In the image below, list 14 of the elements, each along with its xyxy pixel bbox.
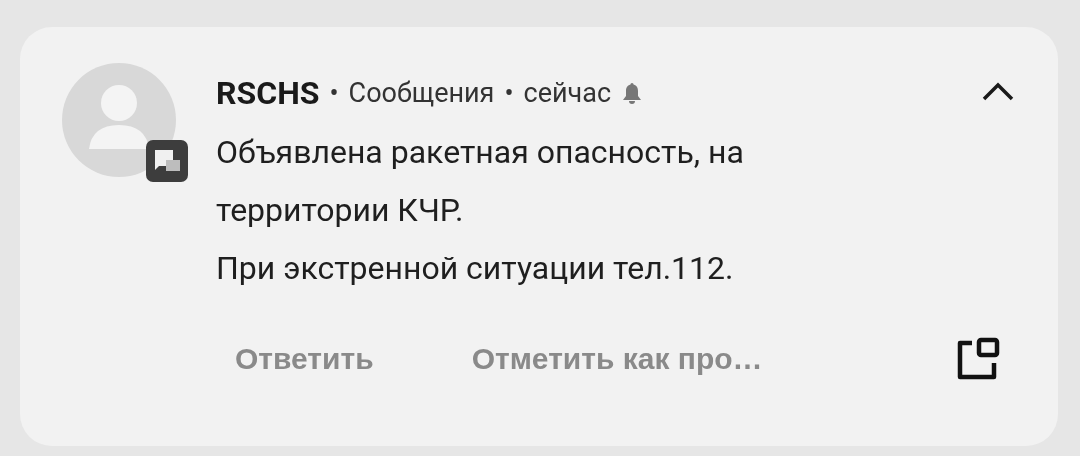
action-button[interactable]: Отметить как про… <box>471 342 763 376</box>
bell-icon <box>621 81 644 105</box>
channel-name: Сообщения <box>348 77 495 109</box>
action-button[interactable]: Ответить <box>235 342 374 376</box>
message-icon <box>146 140 188 182</box>
separator: • <box>504 77 514 109</box>
avatar-icon <box>62 63 176 177</box>
pop-out-icon[interactable] <box>956 337 1000 381</box>
message-text: При экстренной ситуации тел.112. <box>216 248 735 289</box>
message-text: Объявлена ракетная опасность, на территории КЧР. <box>216 132 745 231</box>
time-label: сейчас <box>523 77 612 109</box>
app-name: RSCHS <box>216 74 320 112</box>
caret-icon <box>981 80 1015 103</box>
separator: • <box>329 77 339 109</box>
